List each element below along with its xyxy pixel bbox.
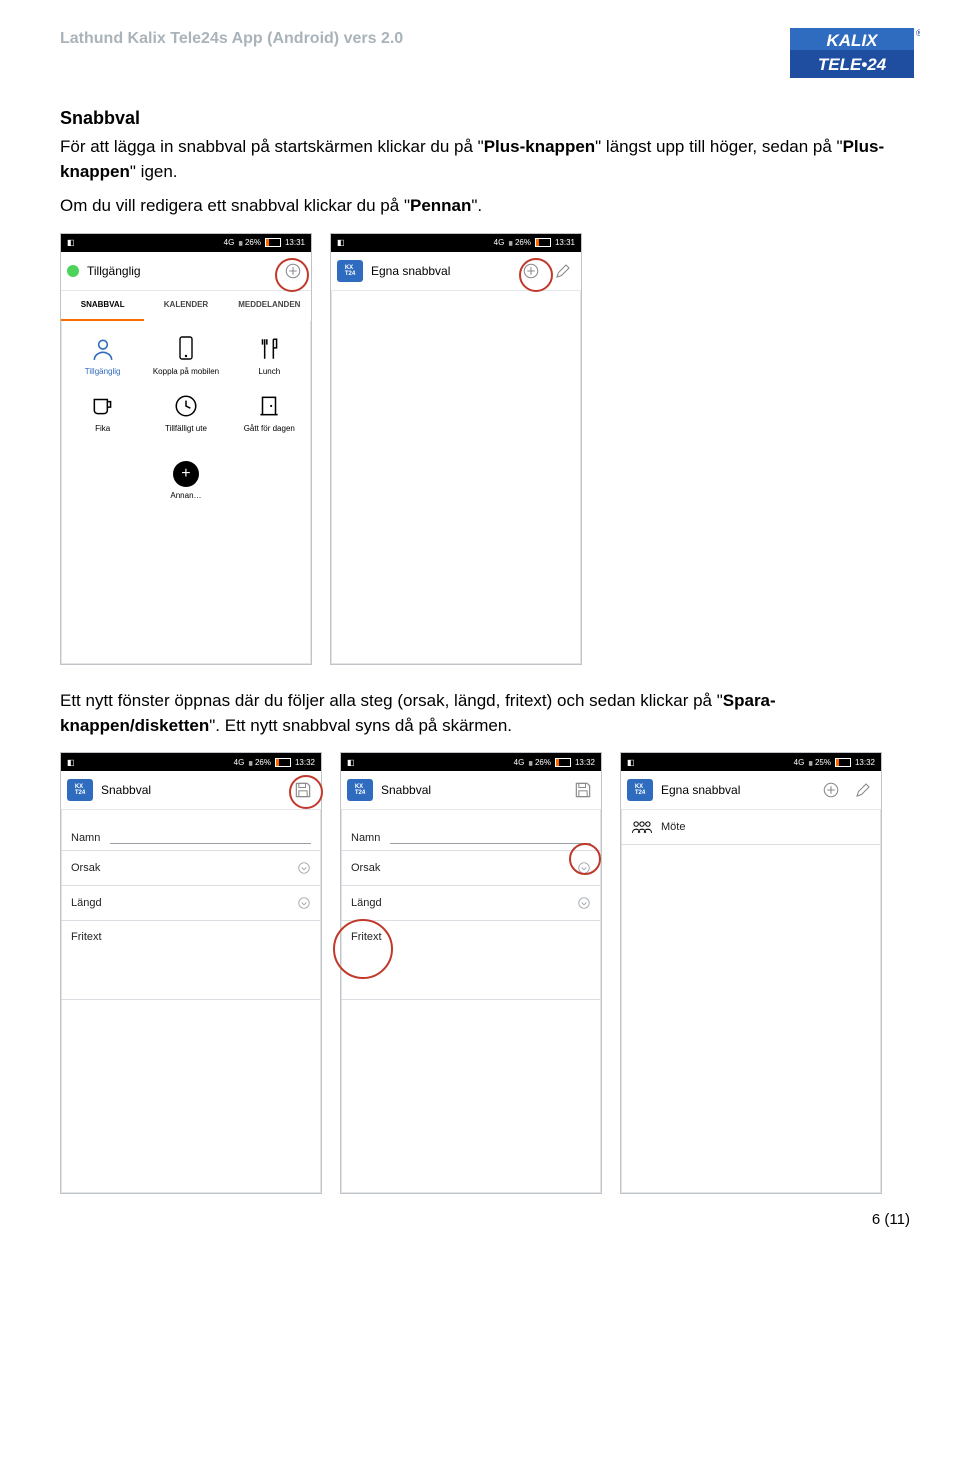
- field-langd[interactable]: Längd: [61, 886, 321, 921]
- app-badge-icon: KXT24: [347, 779, 373, 801]
- chevron-down-icon: [577, 861, 591, 875]
- field-fritext[interactable]: Fritext: [341, 921, 601, 1000]
- screenshot-form-fields: ◧ 4G26%13:32 KXT24 Snabbval Namn Orsak L: [340, 752, 602, 1194]
- pencil-icon[interactable]: [551, 259, 575, 283]
- svg-text:KALIX: KALIX: [827, 31, 880, 50]
- screenshot-egna-result: ◧ 4G25%13:32 KXT24 Egna snabbval Möte: [620, 752, 882, 1194]
- tab-bar: SNABBVAL KALENDER MEDDELANDEN: [61, 291, 311, 321]
- field-namn[interactable]: Namn: [341, 810, 601, 851]
- plus-fab-icon[interactable]: +: [173, 461, 199, 487]
- app-bar: KXT24 Egna snabbval: [331, 252, 581, 291]
- paragraph-intro-plus: För att lägga in snabbval på startskärme…: [60, 135, 900, 184]
- appbar-title: Snabbval: [381, 783, 431, 797]
- screenshot-form-save: ◧ 4G26%13:32 KXT24 Snabbval Namn Orsak L: [60, 752, 322, 1194]
- appbar-title: Egna snabbval: [661, 783, 740, 797]
- status-bar: ◧ 4G26%13:32: [341, 753, 601, 771]
- person-icon: [89, 335, 117, 363]
- cell-lunch[interactable]: Lunch: [228, 327, 311, 384]
- save-disk-icon[interactable]: [571, 778, 595, 802]
- status-text: Tillgänglig: [87, 264, 141, 278]
- svg-text:TELE•24: TELE•24: [818, 55, 887, 74]
- phone-icon: [172, 335, 200, 363]
- chevron-down-icon: [577, 896, 591, 910]
- status-dot-icon: [67, 265, 79, 277]
- meeting-icon: [631, 818, 653, 836]
- status-bar: ◧ 4G25%13:32: [621, 753, 881, 771]
- paragraph-form-save: Ett nytt fönster öppnas där du följer al…: [60, 689, 900, 738]
- screenshot-egna-empty: ◧ 4G26%13:31 KXT24 Egna snabbval: [330, 233, 582, 665]
- chevron-down-icon: [297, 896, 311, 910]
- tab-meddelanden[interactable]: MEDDELANDEN: [228, 291, 311, 321]
- plus-icon[interactable]: [281, 259, 305, 283]
- field-orsak[interactable]: Orsak: [61, 851, 321, 886]
- fork-icon: [255, 335, 283, 363]
- tab-snabbval[interactable]: SNABBVAL: [61, 291, 144, 321]
- pencil-icon[interactable]: [851, 778, 875, 802]
- section-title-snabbval: Snabbval: [60, 108, 900, 129]
- save-disk-icon[interactable]: [291, 778, 315, 802]
- field-fritext[interactable]: Fritext: [61, 921, 321, 1000]
- app-badge-icon: KXT24: [67, 779, 93, 801]
- paragraph-edit-pencil: Om du vill redigera ett snabbval klickar…: [60, 194, 900, 219]
- field-namn[interactable]: Namn: [61, 810, 321, 851]
- cell-fika[interactable]: Fika: [61, 384, 144, 441]
- field-orsak[interactable]: Orsak: [341, 851, 601, 886]
- cell-tillganglig[interactable]: Tillgänglig: [61, 327, 144, 384]
- app-badge-icon: KXT24: [337, 260, 363, 282]
- plus-icon[interactable]: [519, 259, 543, 283]
- app-bar: Tillgänglig: [61, 252, 311, 291]
- list-item-mote[interactable]: Möte: [621, 810, 881, 845]
- cell-gatt[interactable]: Gått för dagen: [228, 384, 311, 441]
- tab-kalender[interactable]: KALENDER: [144, 291, 227, 321]
- app-bar: KXT24 Snabbval: [341, 771, 601, 810]
- screenshot-home: ◧ 4G26%13:31 Tillgänglig SNABBVAL KALEND…: [60, 233, 312, 665]
- chevron-down-icon: [297, 861, 311, 875]
- clock-icon: [172, 392, 200, 420]
- cell-koppla[interactable]: Koppla på mobilen: [144, 327, 227, 384]
- cup-icon: [89, 392, 117, 420]
- status-bar: ◧ 4G26%13:32: [61, 753, 321, 771]
- doc-header: Lathund Kalix Tele24s App (Android) vers…: [60, 30, 900, 48]
- status-bar: ◧ 4G26%13:31: [331, 234, 581, 252]
- cell-annan[interactable]: + Annan…: [144, 453, 227, 508]
- quick-grid: Tillgänglig Koppla på mobilen Lunch Fika…: [61, 321, 311, 447]
- app-bar: KXT24 Snabbval: [61, 771, 321, 810]
- svg-text:®: ®: [916, 28, 920, 38]
- page-number: 6 (11): [872, 1211, 910, 1228]
- kalix-logo: KALIX TELE•24 ®: [790, 28, 920, 84]
- app-badge-icon: KXT24: [627, 779, 653, 801]
- list-item-label: Möte: [661, 821, 685, 833]
- app-bar: KXT24 Egna snabbval: [621, 771, 881, 810]
- appbar-title: Egna snabbval: [371, 264, 450, 278]
- cell-tillfalligt[interactable]: Tillfälligt ute: [144, 384, 227, 441]
- field-langd[interactable]: Längd: [341, 886, 601, 921]
- plus-icon[interactable]: [819, 778, 843, 802]
- door-icon: [255, 392, 283, 420]
- status-bar: ◧ 4G26%13:31: [61, 234, 311, 252]
- appbar-title: Snabbval: [101, 783, 151, 797]
